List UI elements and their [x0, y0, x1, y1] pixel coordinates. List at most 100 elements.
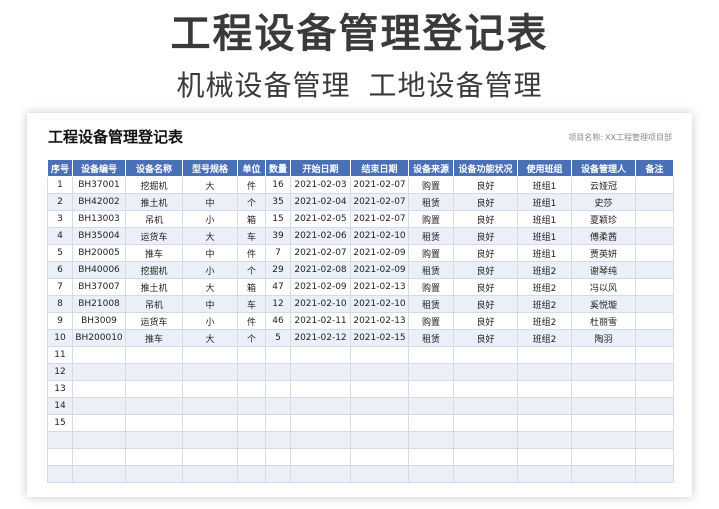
- column-header[interactable]: 型号规格: [182, 159, 238, 177]
- table-cell[interactable]: [290, 363, 351, 381]
- table-cell[interactable]: 小: [182, 261, 238, 279]
- table-cell[interactable]: [571, 465, 636, 483]
- column-header[interactable]: 设备编号: [72, 159, 126, 177]
- table-cell[interactable]: [290, 431, 351, 449]
- table-cell[interactable]: 小: [182, 312, 238, 330]
- table-cell[interactable]: [517, 431, 572, 449]
- table-cell[interactable]: 中: [182, 295, 238, 313]
- table-cell[interactable]: 2021-02-13: [350, 312, 409, 330]
- table-cell[interactable]: 大: [182, 278, 238, 296]
- table-cell[interactable]: [453, 414, 518, 432]
- table-cell[interactable]: [517, 397, 572, 415]
- table-cell[interactable]: 云娅冠: [571, 176, 636, 194]
- table-cell[interactable]: [350, 363, 409, 381]
- table-cell[interactable]: [453, 346, 518, 364]
- table-cell[interactable]: [408, 397, 454, 415]
- table-cell[interactable]: 挖掘机: [125, 176, 183, 194]
- table-cell[interactable]: [350, 414, 409, 432]
- table-cell[interactable]: [72, 363, 126, 381]
- table-cell[interactable]: [265, 346, 291, 364]
- table-cell[interactable]: 2021-02-09: [350, 261, 409, 279]
- table-cell[interactable]: [571, 346, 636, 364]
- table-cell[interactable]: 47: [265, 278, 291, 296]
- table-cell[interactable]: BH20005: [72, 244, 126, 262]
- table-cell[interactable]: 2021-02-12: [290, 329, 351, 347]
- table-cell[interactable]: 大: [182, 227, 238, 245]
- table-cell[interactable]: 2021-02-06: [290, 227, 351, 245]
- table-cell[interactable]: [265, 414, 291, 432]
- table-cell[interactable]: 良好: [453, 210, 518, 228]
- table-cell[interactable]: 挖掘机: [125, 261, 183, 279]
- table-cell[interactable]: 租赁: [408, 261, 454, 279]
- table-cell[interactable]: BH42002: [72, 193, 126, 211]
- table-cell[interactable]: 39: [265, 227, 291, 245]
- table-cell[interactable]: [290, 346, 351, 364]
- table-cell[interactable]: 个: [237, 329, 266, 347]
- table-cell[interactable]: 班组1: [517, 176, 572, 194]
- table-cell[interactable]: 贾英妍: [571, 244, 636, 262]
- table-cell[interactable]: 良好: [453, 278, 518, 296]
- table-cell[interactable]: 35: [265, 193, 291, 211]
- table-cell[interactable]: [350, 346, 409, 364]
- table-cell[interactable]: 班组2: [517, 312, 572, 330]
- table-cell[interactable]: 运货车: [125, 227, 183, 245]
- column-header[interactable]: 单位: [237, 159, 266, 177]
- table-cell[interactable]: [72, 414, 126, 432]
- table-cell[interactable]: [237, 380, 266, 398]
- table-cell[interactable]: 件: [237, 244, 266, 262]
- table-cell[interactable]: [635, 261, 674, 279]
- table-cell[interactable]: [265, 380, 291, 398]
- table-cell[interactable]: [517, 465, 572, 483]
- table-cell[interactable]: [635, 431, 674, 449]
- table-cell[interactable]: 个: [237, 193, 266, 211]
- table-cell[interactable]: 推土机: [125, 278, 183, 296]
- table-cell[interactable]: 推车: [125, 329, 183, 347]
- table-cell[interactable]: [453, 465, 518, 483]
- table-cell[interactable]: [72, 380, 126, 398]
- table-cell[interactable]: [182, 346, 238, 364]
- table-cell[interactable]: [635, 210, 674, 228]
- table-cell[interactable]: [182, 465, 238, 483]
- table-cell[interactable]: 中: [182, 193, 238, 211]
- table-cell[interactable]: 大: [182, 176, 238, 194]
- table-cell[interactable]: [125, 363, 183, 381]
- table-cell[interactable]: [72, 465, 126, 483]
- table-cell[interactable]: [125, 431, 183, 449]
- table-cell[interactable]: 杜丽雪: [571, 312, 636, 330]
- table-cell[interactable]: 15: [265, 210, 291, 228]
- table-cell[interactable]: [182, 414, 238, 432]
- table-cell[interactable]: 购置: [408, 210, 454, 228]
- table-cell[interactable]: [635, 244, 674, 262]
- column-header[interactable]: 设备名称: [125, 159, 183, 177]
- table-cell[interactable]: 4: [47, 227, 73, 245]
- table-cell[interactable]: 良好: [453, 329, 518, 347]
- table-cell[interactable]: [635, 465, 674, 483]
- table-cell[interactable]: [265, 448, 291, 466]
- table-cell[interactable]: 2021-02-07: [290, 244, 351, 262]
- table-cell[interactable]: 1: [47, 176, 73, 194]
- table-cell[interactable]: 7: [265, 244, 291, 262]
- table-cell[interactable]: 2021-02-10: [350, 227, 409, 245]
- table-cell[interactable]: [635, 380, 674, 398]
- table-cell[interactable]: [72, 397, 126, 415]
- table-cell[interactable]: 2021-02-07: [350, 176, 409, 194]
- table-cell[interactable]: 良好: [453, 261, 518, 279]
- table-cell[interactable]: [47, 431, 73, 449]
- table-cell[interactable]: 谢琴纯: [571, 261, 636, 279]
- table-cell[interactable]: 良好: [453, 176, 518, 194]
- table-cell[interactable]: 11: [47, 346, 73, 364]
- table-cell[interactable]: [635, 414, 674, 432]
- table-cell[interactable]: [350, 397, 409, 415]
- table-cell[interactable]: [290, 380, 351, 398]
- table-cell[interactable]: BH40006: [72, 261, 126, 279]
- table-cell[interactable]: 租赁: [408, 295, 454, 313]
- table-cell[interactable]: [290, 397, 351, 415]
- table-cell[interactable]: 5: [47, 244, 73, 262]
- table-cell[interactable]: [125, 465, 183, 483]
- table-cell[interactable]: [635, 278, 674, 296]
- table-cell[interactable]: 班组1: [517, 210, 572, 228]
- table-cell[interactable]: [265, 363, 291, 381]
- table-cell[interactable]: 8: [47, 295, 73, 313]
- table-cell[interactable]: BH200010: [72, 329, 126, 347]
- table-cell[interactable]: [517, 363, 572, 381]
